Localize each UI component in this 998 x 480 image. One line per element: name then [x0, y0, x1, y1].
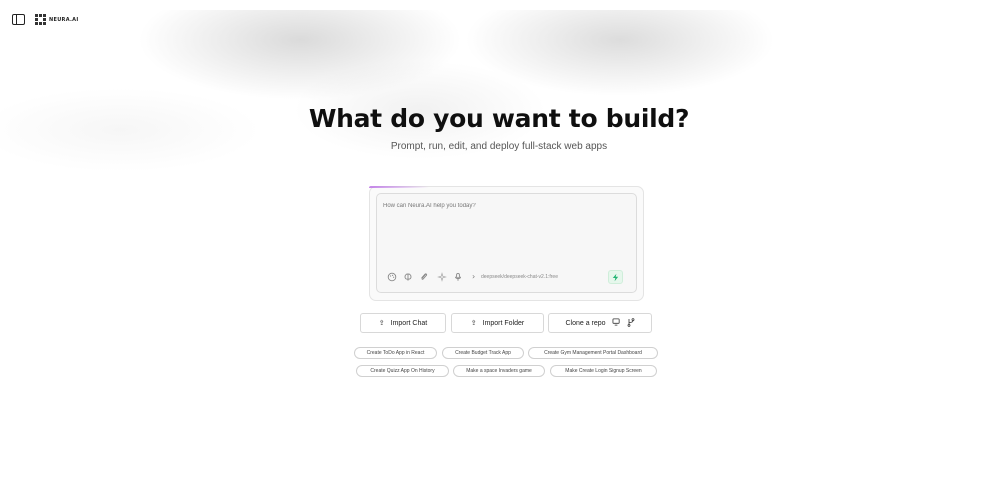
clone-repo-button[interactable]: Clone a repo: [548, 313, 652, 333]
top-bar: NEURA.AI: [12, 14, 79, 25]
lightning-icon: [612, 273, 619, 281]
page-subtitle: Prompt, run, edit, and deploy full-stack…: [390, 141, 608, 152]
upload-icon: ⇪: [470, 320, 477, 327]
microphone-icon[interactable]: [453, 272, 463, 282]
palette-icon[interactable]: [387, 272, 397, 282]
suggestion-chip[interactable]: Create ToDo App in React: [354, 347, 437, 359]
suggestion-chip[interactable]: Create Budget Track App: [442, 347, 524, 359]
suggestion-chip[interactable]: Create Gym Management Portal Dashboard: [528, 347, 658, 359]
brand-name: NEURA.AI: [49, 16, 79, 23]
clone-repo-label: Clone a repo: [565, 319, 606, 327]
suggestion-chip[interactable]: Make Create Login Signup Screen: [550, 365, 657, 377]
model-selector[interactable]: deepseek/deepseek-chat-v2.1:free: [481, 274, 558, 280]
import-folder-label: Import Folder: [482, 319, 525, 327]
brand-logo[interactable]: NEURA.AI: [35, 14, 79, 25]
suggestion-chip[interactable]: Make a space Invaders game: [453, 365, 545, 377]
upload-icon: ⇪: [378, 320, 385, 327]
page-title: What do you want to build?: [308, 104, 690, 133]
brain-icon[interactable]: [403, 272, 413, 282]
prompt-input[interactable]: [383, 203, 623, 258]
import-chat-button[interactable]: ⇪ Import Chat: [360, 313, 446, 333]
sparkle-icon[interactable]: [437, 272, 447, 282]
git-branch-icon: [627, 317, 635, 329]
suggestion-chip[interactable]: Create Quizz App On History: [356, 365, 449, 377]
model-chevron-icon[interactable]: ›: [472, 272, 475, 282]
import-folder-button[interactable]: ⇪ Import Folder: [451, 313, 544, 333]
import-chat-label: Import Chat: [390, 319, 428, 327]
paperclip-icon[interactable]: [419, 272, 429, 282]
repo-icon: [612, 318, 621, 328]
sidebar-toggle-icon[interactable]: [12, 14, 25, 25]
top-strip: [0, 0, 998, 10]
send-button[interactable]: [608, 270, 623, 284]
prompt-accent-line: [369, 186, 429, 188]
logo-icon: [35, 14, 46, 25]
